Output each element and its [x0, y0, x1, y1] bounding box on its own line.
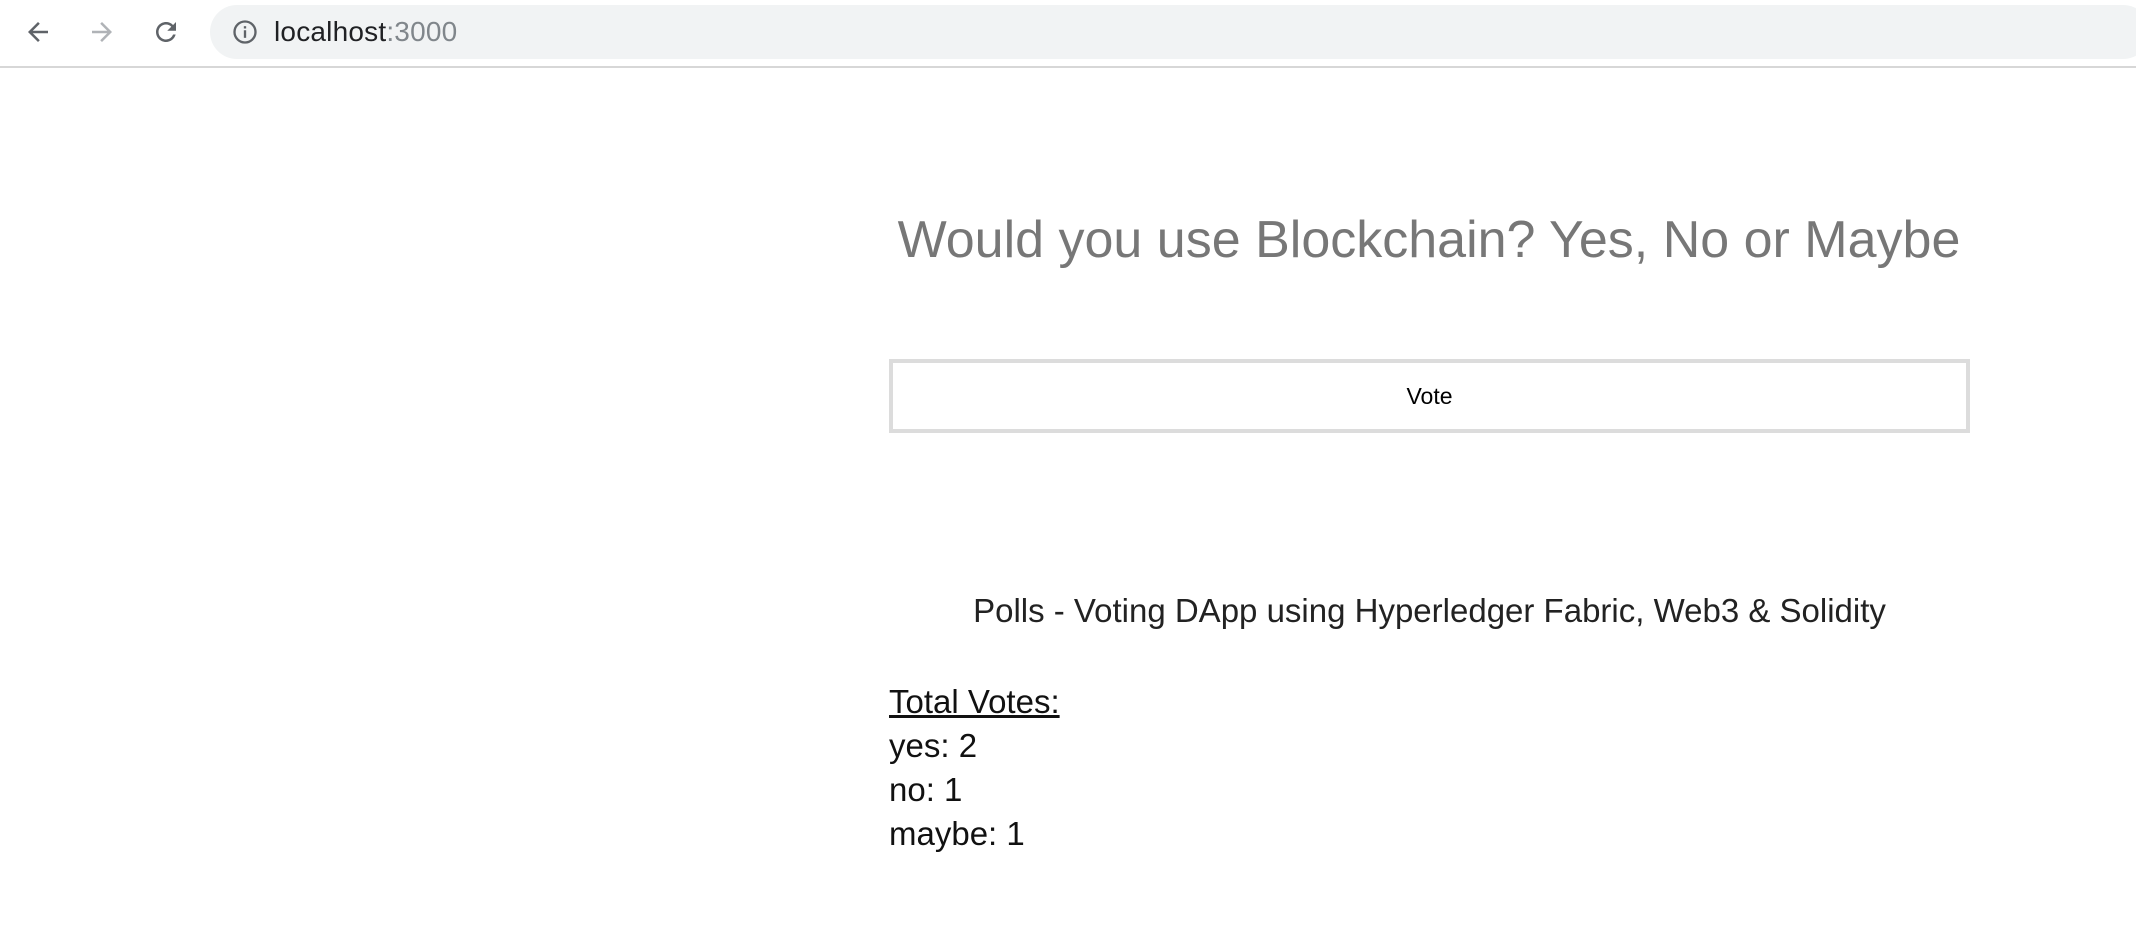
- reload-icon: [151, 17, 181, 47]
- url-port: :3000: [386, 16, 458, 47]
- arrow-right-icon: [87, 17, 117, 47]
- vote-count-yes: yes: 2: [889, 727, 978, 764]
- total-votes-heading: Total Votes:: [889, 683, 1060, 720]
- vote-count-maybe: maybe: 1: [889, 815, 1025, 852]
- vote-totals: Total Votes: yes: 2 no: 1 maybe: 1: [889, 680, 1060, 856]
- url-text: localhost:3000: [274, 16, 457, 48]
- page-content: Would you use Blockchain? Yes, No or May…: [0, 70, 2136, 938]
- back-button[interactable]: [18, 12, 58, 52]
- address-bar[interactable]: localhost:3000: [210, 5, 2136, 59]
- url-host: localhost: [274, 16, 387, 47]
- vote-button[interactable]: Vote: [889, 359, 1970, 433]
- arrow-left-icon: [23, 17, 53, 47]
- app-title: Polls - Voting DApp using Hyperledger Fa…: [973, 592, 1886, 629]
- browser-toolbar: localhost:3000: [0, 0, 2136, 68]
- vote-count-no: no: 1: [889, 771, 963, 808]
- poll-question: Would you use Blockchain? Yes, No or May…: [897, 211, 1961, 269]
- forward-button[interactable]: [82, 12, 122, 52]
- reload-button[interactable]: [146, 12, 186, 52]
- info-icon[interactable]: [230, 17, 260, 47]
